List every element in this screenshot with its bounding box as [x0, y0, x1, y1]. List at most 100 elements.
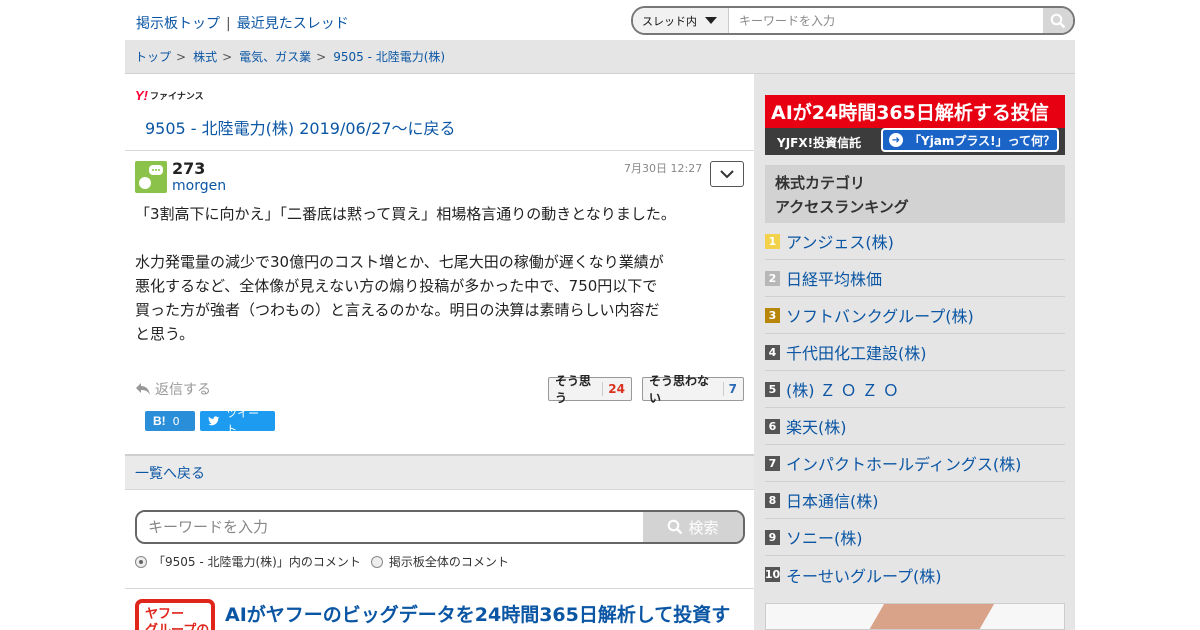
ranking-item-label: 楽天(株)	[786, 418, 847, 437]
reply-label: 返信する	[155, 382, 211, 398]
rank-number: 7	[765, 455, 780, 471]
breadcrumb-stock[interactable]: 9505 - 北陸電力(株)	[333, 48, 445, 65]
promo-badge: ヤフー グループの	[135, 599, 215, 630]
ranking-item[interactable]: 3 ソフトバンクグループ(株)	[765, 297, 1065, 334]
post-paragraph: 水力発電量の減少で30億円のコスト増とか、七尾大田の稼働が遅くなり業績が 悪化す…	[135, 253, 664, 343]
breadcrumb-separator: >	[176, 49, 187, 64]
ranking-item-label: インパクトホールディングス(株)	[786, 455, 1022, 474]
ranking-item-label: ソニー(株)	[786, 529, 863, 548]
ranking-item[interactable]: 1 アンジェス(株)	[765, 223, 1065, 260]
recent-threads-link[interactable]: 最近見たスレッド	[237, 16, 349, 32]
search-button-label: 検索	[688, 518, 719, 537]
divider	[125, 588, 754, 589]
logo-text: ファイナンス	[150, 92, 204, 102]
promo-title-link[interactable]: AIがヤフーのビッグデータを24時間365日解析して投資す	[225, 600, 730, 627]
post-menu-button[interactable]	[710, 161, 744, 187]
breadcrumb-separator: >	[222, 49, 233, 64]
bottom-search-box: 検索	[135, 510, 745, 544]
hatena-bookmark-button[interactable]: B! 0	[145, 411, 195, 431]
search-icon	[1050, 13, 1066, 28]
bottom-search-input[interactable]	[137, 512, 643, 542]
yahoo-y-icon: Y!	[135, 88, 148, 103]
post-number: 273	[172, 159, 206, 178]
ranking-item[interactable]: 4 千代田化工建設(株)	[765, 334, 1065, 371]
ranking-item-label: アンジェス(株)	[786, 233, 894, 252]
post-paragraph: 「3割高下に向かえ」「二番底は黙って買え」相場格言通りの動きとなりました。	[135, 205, 676, 223]
rank-number: 9	[765, 529, 780, 545]
ranking-item-label: 日本通信(株)	[786, 492, 879, 511]
search-scope-label: スレッド内	[642, 14, 697, 28]
ranking-heading: 株式カテゴリ アクセスランキング	[765, 165, 1065, 223]
radio-selected-icon	[135, 555, 147, 568]
radio-all-comments[interactable]: 掲示板全体のコメント	[370, 553, 509, 570]
radio-thread-label: 「9505 - 北陸電力(株)」内のコメント	[153, 555, 361, 569]
post-body: 「3割高下に向かえ」「二番底は黙って買え」相場格言通りの動きとなりました。 水力…	[135, 202, 735, 370]
ranking-item[interactable]: 7 インパクトホールディングス(株)	[765, 445, 1065, 482]
ranking-item-label: 日経平均株価	[786, 270, 883, 289]
back-to-list-bar: 一覧へ戻る	[125, 454, 754, 490]
rank-number: 5	[765, 381, 780, 397]
ad-subtitle: YJFX!投資信託	[777, 136, 862, 150]
thread-back-link[interactable]: 9505 - 北陸電力(株) 2019/06/27〜に戻る	[145, 115, 455, 139]
link-separator: |	[226, 16, 231, 32]
ranking-item[interactable]: 6 楽天(株)	[765, 408, 1065, 445]
breadcrumb-separator: >	[316, 49, 327, 64]
main-content: Y! ファイナンス 9505 - 北陸電力(株) 2019/06/27〜に戻る …	[125, 74, 754, 630]
radio-all-label: 掲示板全体のコメント	[388, 555, 509, 569]
rank-number: 6	[765, 418, 780, 434]
rank-number: 1	[765, 233, 780, 249]
reply-button[interactable]: 返信する	[135, 379, 211, 399]
breadcrumb-stocks[interactable]: 株式	[193, 48, 217, 65]
ad-cta-button[interactable]: ➜ 「Yjamプラス!」って何？	[881, 128, 1059, 152]
agree-count: 24	[602, 382, 625, 396]
hatena-icon: B!	[153, 414, 166, 428]
search-scope-radios: 「9505 - 北陸電力(株)」内のコメント 掲示板全体のコメント	[135, 553, 509, 570]
ranking-item[interactable]: 8 日本通信(株)	[765, 482, 1065, 519]
user-avatar-icon	[139, 165, 163, 189]
disagree-button[interactable]: そう思わない 7	[642, 374, 744, 405]
ranking-item-label: (株) Ｚ Ｏ Ｚ Ｏ	[786, 381, 899, 400]
agree-label: そう思う	[555, 374, 592, 405]
ranking-item[interactable]: 5 (株) Ｚ Ｏ Ｚ Ｏ	[765, 371, 1065, 408]
ranking-title-line1: 株式カテゴリ	[775, 174, 866, 192]
dropdown-arrow-icon	[705, 17, 717, 24]
post-username[interactable]: morgen	[172, 178, 226, 194]
search-scope-select[interactable]: スレッド内	[633, 8, 729, 33]
top-search-input[interactable]	[729, 8, 1043, 33]
agree-button[interactable]: そう思う 24	[548, 374, 632, 405]
sidebar-bottom-ad[interactable]	[765, 603, 1065, 630]
disagree-label: そう思わない	[649, 374, 710, 405]
breadcrumb-category[interactable]: 電気、ガス業	[239, 48, 311, 65]
divider	[125, 150, 754, 151]
breadcrumb-top[interactable]: トップ	[135, 48, 171, 65]
board-top-link[interactable]: 掲示板トップ	[136, 16, 220, 32]
hatena-count: 0	[172, 414, 180, 428]
reply-icon	[136, 383, 150, 395]
radio-thread-comments[interactable]: 「9505 - 北陸電力(株)」内のコメント	[135, 553, 361, 570]
rank-number: 3	[765, 307, 780, 323]
top-search-button[interactable]	[1043, 8, 1073, 33]
ranking-title-line2: アクセスランキング	[775, 198, 909, 216]
yahoo-finance-logo[interactable]: Y! ファイナンス	[135, 88, 204, 103]
post-timestamp: 7月30日 12:27	[624, 162, 703, 175]
ranking-item[interactable]: 9 ソニー(株)	[765, 519, 1065, 556]
ranking-item-label: ソフトバンクグループ(株)	[786, 307, 974, 326]
ranking-item-label: そーせいグループ(株)	[786, 566, 942, 586]
sidebar-ad-banner[interactable]: AIが24時間365日解析する投信 YJFX!投資信託 ➜ 「Yjamプラス!」…	[765, 95, 1065, 155]
rank-number: 4	[765, 344, 780, 360]
avatar	[135, 161, 167, 193]
rank-number: 10	[764, 567, 781, 582]
breadcrumb: トップ > 株式 > 電気、ガス業 > 9505 - 北陸電力(株)	[125, 40, 1075, 74]
ad-cta-label: 「Yjamプラス!」って何？	[909, 133, 1056, 148]
tweet-label: ツイート	[226, 407, 260, 436]
ranking-item[interactable]: 2 日経平均株価	[765, 260, 1065, 297]
bottom-search-button[interactable]: 検索	[643, 512, 743, 542]
ranking-item[interactable]: 10 そーせいグループ(株)	[765, 556, 1065, 593]
ranking-list: 1 アンジェス(株) 2 日経平均株価 3 ソフトバンクグループ(株) 4 千代田化工建…	[765, 223, 1065, 593]
search-icon	[668, 519, 683, 535]
top-links: 掲示板トップ | 最近見たスレッド	[136, 13, 349, 33]
tweet-button[interactable]: ツイート	[200, 407, 275, 436]
rank-number: 2	[765, 270, 780, 286]
back-to-list-link[interactable]: 一覧へ戻る	[135, 463, 205, 483]
disagree-count: 7	[722, 382, 737, 396]
